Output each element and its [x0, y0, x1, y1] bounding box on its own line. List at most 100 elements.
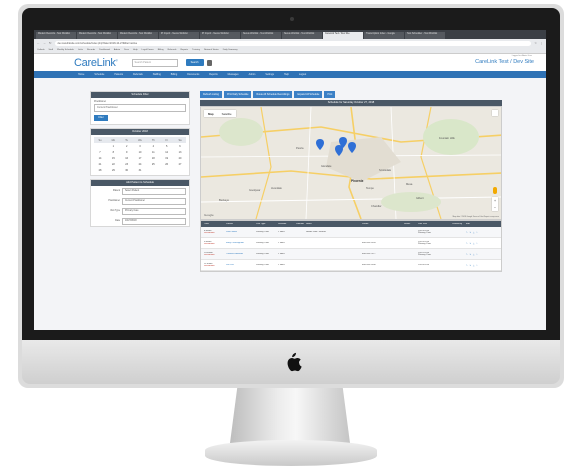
calendar-day[interactable]: 31 [134, 169, 146, 172]
calendar-day[interactable]: 4 [147, 145, 159, 148]
reload-icon[interactable]: ↻ [49, 41, 52, 45]
bookmark-item[interactable]: Staff [49, 49, 53, 51]
table-row[interactable]: 9:00am Scheduled Mary Cunningham Primary Ca… [201, 238, 501, 249]
browser-tab[interactable]: CareLink Text / Dev Site [323, 32, 363, 39]
column-header[interactable]: Phone [362, 223, 404, 225]
nav-item[interactable]: Billing [171, 73, 177, 76]
calendar-day[interactable]: 10 [134, 151, 146, 154]
table-row[interactable]: 10:00am Scheduled Thomas Edwards Primary Ca… [201, 249, 501, 260]
menu-icon[interactable]: ⋮ [540, 41, 543, 45]
row-actions[interactable]: ✎ ✕ △ ○ [466, 264, 496, 267]
patient-link[interactable]: Mary Cunningham [226, 242, 256, 244]
bookmark-item[interactable]: Daily Summary [223, 49, 238, 51]
calendar-day[interactable]: 1 [107, 145, 119, 148]
search-button[interactable]: Search [185, 59, 204, 66]
zoom-control[interactable]: + − [492, 197, 498, 211]
back-icon[interactable]: ← [37, 41, 40, 45]
nav-item[interactable]: Documents [187, 73, 199, 76]
nav-item[interactable]: Schedule [94, 73, 104, 76]
column-header[interactable]: Duration [278, 223, 296, 225]
bookmark-item[interactable]: Weekly Schedule [57, 49, 74, 51]
bookmark-item[interactable]: Training [192, 49, 200, 51]
calendar-day[interactable]: 29 [107, 169, 119, 172]
column-header[interactable]: Last Visit [418, 223, 452, 225]
form-field[interactable]: Primary Care [122, 207, 186, 215]
calendar-day[interactable]: 12 [161, 151, 173, 154]
browser-tab[interactable]: Modern Records - Test Worklist [77, 32, 117, 39]
column-header[interactable]: Visit Type [256, 223, 278, 225]
calendar-day[interactable]: 16 [121, 157, 133, 160]
browser-tab[interactable]: Transcription Index - Google [364, 32, 404, 39]
bookmark-item[interactable]: Reports [180, 49, 188, 51]
forward-icon[interactable]: → [43, 41, 46, 45]
calendar-day[interactable]: 20 [174, 157, 186, 160]
calendar-day[interactable]: 18 [147, 157, 159, 160]
bookmark-item[interactable]: Billing [158, 49, 164, 51]
street-view-pegman-icon[interactable] [493, 187, 497, 194]
calendar-day[interactable]: 15 [107, 157, 119, 160]
column-header[interactable]: Patient [226, 223, 256, 225]
row-actions[interactable]: ✎ ✕ △ ○ [466, 242, 496, 245]
url-input[interactable]: dev.carelinksite.com/schedule/index.php?… [54, 40, 532, 46]
form-field[interactable]: 10/27/2018 [122, 217, 186, 225]
action-button[interactable]: Print [324, 91, 336, 98]
column-header[interactable]: Time [201, 223, 226, 225]
action-button[interactable]: Refresh Listing [200, 91, 222, 98]
calendar-day[interactable]: 17 [134, 157, 146, 160]
nav-item[interactable]: Admin [249, 73, 256, 76]
map-marker-pin-icon[interactable] [348, 142, 356, 153]
lock-icon[interactable] [206, 59, 212, 66]
browser-tab[interactable]: Modern Records - Test Worklist [36, 32, 76, 39]
calendar-day[interactable]: 9 [121, 151, 133, 154]
bookmark-item[interactable]: Help [133, 49, 138, 51]
calendar-day[interactable]: 14 [94, 157, 106, 160]
calendar-day[interactable]: 7 [94, 151, 106, 154]
calendar-day[interactable]: 28 [94, 169, 106, 172]
calendar-day[interactable]: 21 [94, 163, 106, 166]
calendar-day[interactable]: 3 [134, 145, 146, 148]
map[interactable]: Map Satellite Phoenix Scottsdale Tempe Mesa… [200, 106, 502, 220]
bookmark-item[interactable]: Network Status [204, 49, 219, 51]
map-marker-pin-icon[interactable] [316, 139, 324, 150]
patient-search-input[interactable]: Search Patient [131, 58, 178, 67]
calendar-day[interactable]: 8 [107, 151, 119, 154]
table-row[interactable]: 11:00am Scheduled Jon Lee Primary Care 1 Hou… [201, 260, 501, 271]
calendar-day[interactable]: 11 [147, 151, 159, 154]
calendar-day[interactable]: 22 [107, 163, 119, 166]
bookmark-item[interactable]: Docs [124, 49, 129, 51]
calendar-day[interactable]: 26 [161, 163, 173, 166]
column-header[interactable]: Status [404, 223, 418, 225]
column-header[interactable]: Notes [306, 223, 362, 225]
calendar-day[interactable]: 13 [174, 151, 186, 154]
browser-tab[interactable]: Test Scheduler - Test Worklist [405, 32, 445, 39]
form-field[interactable]: Current Practitioner [122, 197, 186, 205]
bookmark-item[interactable]: Outlook [37, 49, 45, 51]
form-field[interactable]: Select Patient [122, 187, 186, 195]
browser-tab[interactable]: IP Import - Nexus Worklist [159, 32, 199, 39]
calendar-day[interactable]: 19 [161, 157, 173, 160]
nav-item[interactable]: Messages [228, 73, 239, 76]
calendar-day[interactable]: 2 [121, 145, 133, 148]
patient-link[interactable]: Thomas Edwards [226, 253, 256, 255]
patient-link[interactable]: Jon Lee [226, 264, 256, 266]
bookmark-item[interactable]: Legal Forms [142, 49, 154, 51]
table-row[interactable]: 8:00am Scheduled Jane Smith Primary Care 1 H… [201, 227, 501, 238]
nav-item[interactable]: Staffing [153, 73, 161, 76]
calendar-day[interactable]: 25 [147, 163, 159, 166]
browser-tab[interactable]: Modern Records - Test Worklist [118, 32, 158, 39]
nav-item[interactable]: Help [284, 73, 289, 76]
column-header[interactable]: Edit [466, 223, 496, 225]
bookmark-item[interactable]: Admin [114, 49, 120, 51]
row-actions[interactable]: ✎ ✕ △ ○ [466, 253, 496, 256]
star-icon[interactable]: ☆ [534, 41, 537, 45]
bookmark-item[interactable]: Links [78, 49, 83, 51]
practitioner-select[interactable]: Current Practitioner [94, 104, 186, 112]
action-button[interactable]: Print Daily Schedule [223, 91, 252, 98]
filter-button[interactable]: Filter [94, 115, 108, 121]
calendar-day[interactable]: 23 [121, 163, 133, 166]
calendar-day[interactable]: 30 [121, 169, 133, 172]
bookmark-item[interactable]: Referrals [168, 49, 177, 51]
column-header[interactable]: Latitude [296, 223, 306, 225]
nav-item[interactable]: Settings [265, 73, 274, 76]
carelink-logo[interactable]: CareLink® [74, 57, 118, 69]
